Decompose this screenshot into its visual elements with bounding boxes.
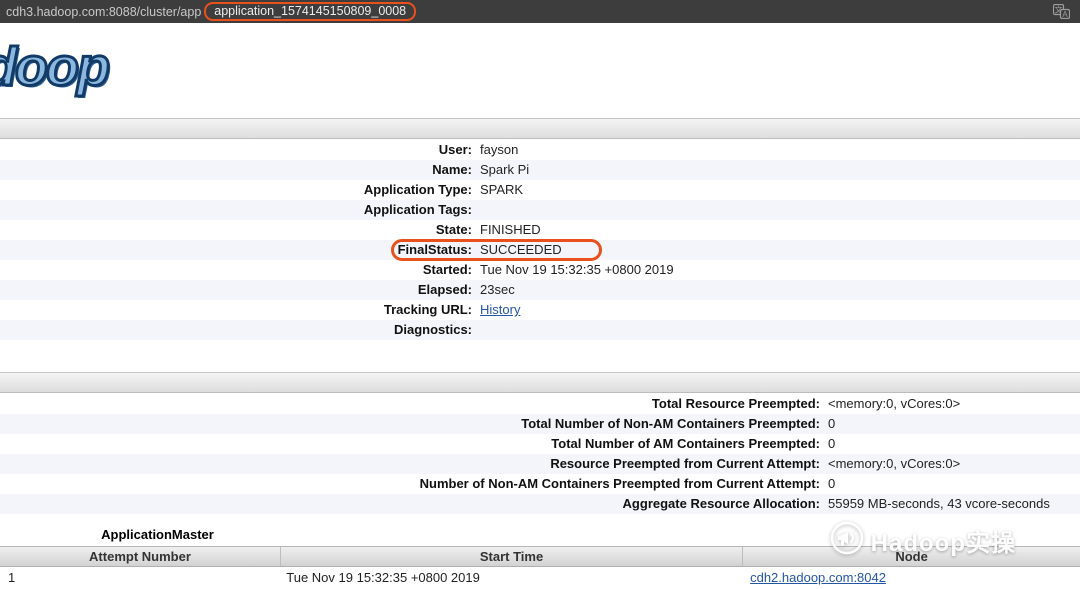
info-label: Elapsed: (0, 280, 480, 300)
url-application-id-annotated[interactable]: application_1574145150809_0008 (204, 2, 416, 21)
metric-value: 0 (828, 414, 835, 434)
info-value: SUCCEEDED (480, 240, 562, 260)
info-label: Tracking URL: (0, 300, 480, 320)
info-row-started: Started: Tue Nov 19 15:32:35 +0800 2019 (0, 260, 1080, 280)
info-label: User: (0, 140, 480, 160)
application-master-attempts-table: ApplicationMaster Attempt Number Start T… (0, 524, 1080, 588)
attempt-number-cell: 1 (0, 567, 280, 588)
info-row-name: Name: Spark Pi (0, 160, 1080, 180)
application-overview-table: User: fayson Name: Spark Pi Application … (0, 140, 1080, 340)
column-header-attempt-number[interactable]: Attempt Number (0, 547, 280, 566)
info-row-finalstatus: FinalStatus: SUCCEEDED (0, 240, 1080, 260)
metric-row-aggregate-resource-allocation: Aggregate Resource Allocation: 55959 MB-… (0, 494, 1080, 514)
info-row-diagnostics: Diagnostics: (0, 320, 1080, 340)
metric-value: <memory:0, vCores:0> (828, 454, 960, 474)
attempt-start-time-cell: Tue Nov 19 15:32:35 +0800 2019 (280, 567, 742, 588)
info-value: Tue Nov 19 15:32:35 +0800 2019 (480, 260, 674, 280)
info-row-elapsed: Elapsed: 23sec (0, 280, 1080, 300)
column-header-node[interactable]: Node (742, 547, 1080, 566)
info-value: fayson (480, 140, 518, 160)
metric-row-total-resource-preempted: Total Resource Preempted: <memory:0, vCo… (0, 394, 1080, 414)
info-label: Name: (0, 160, 480, 180)
hadoop-logo-text: doop (0, 34, 108, 100)
info-label: Diagnostics: (0, 320, 480, 340)
metric-label: Total Number of Non-AM Containers Preemp… (0, 414, 828, 434)
metric-value: 0 (828, 474, 835, 494)
metric-label: Total Resource Preempted: (0, 394, 828, 414)
translate-icon[interactable]: 文 A (1053, 4, 1070, 19)
section-header-application-overview (0, 118, 1080, 139)
info-label: State: (0, 220, 480, 240)
info-row-tracking-url: Tracking URL: History (0, 300, 1080, 320)
metric-label: Number of Non-AM Containers Preempted fr… (0, 474, 828, 494)
tracking-url-history-link[interactable]: History (480, 300, 520, 320)
browser-address-bar[interactable]: cdh3.hadoop.com:8088/cluster/app applica… (0, 0, 1080, 23)
metric-label: Total Number of AM Containers Preempted: (0, 434, 828, 454)
info-value: FINISHED (480, 220, 541, 240)
info-value: 23sec (480, 280, 515, 300)
attempts-table-title: ApplicationMaster (0, 524, 315, 546)
info-label: Application Tags: (0, 200, 480, 220)
svg-text:A: A (1062, 10, 1068, 19)
metric-value: <memory:0, vCores:0> (828, 394, 960, 414)
attempt-node-link[interactable]: cdh2.hadoop.com:8042 (750, 570, 886, 585)
metric-value: 55959 MB-seconds, 43 vcore-seconds (828, 494, 1050, 514)
info-label: FinalStatus: (0, 240, 480, 260)
info-row-application-type: Application Type: SPARK (0, 180, 1080, 200)
info-value: Spark Pi (480, 160, 529, 180)
metric-value: 0 (828, 434, 835, 454)
info-row-state: State: FINISHED (0, 220, 1080, 240)
info-label: Started: (0, 260, 480, 280)
column-header-start-time[interactable]: Start Time (280, 547, 742, 566)
info-label: Application Type: (0, 180, 480, 200)
attempt-row: 1 Tue Nov 19 15:32:35 +0800 2019 cdh2.ha… (0, 567, 1080, 588)
metric-row-resource-preempted-current-attempt: Resource Preempted from Current Attempt:… (0, 454, 1080, 474)
application-metrics-table: Total Resource Preempted: <memory:0, vCo… (0, 394, 1080, 514)
section-header-application-metrics (0, 372, 1080, 393)
info-row-application-tags: Application Tags: (0, 200, 1080, 220)
metric-row-am-containers-preempted: Total Number of AM Containers Preempted:… (0, 434, 1080, 454)
metric-row-nonam-preempted-current-attempt: Number of Non-AM Containers Preempted fr… (0, 474, 1080, 494)
info-value: SPARK (480, 180, 523, 200)
url-text[interactable]: cdh3.hadoop.com:8088/cluster/app (6, 5, 201, 19)
metric-row-nonam-containers-preempted: Total Number of Non-AM Containers Preemp… (0, 414, 1080, 434)
attempts-table-header: Attempt Number Start Time Node (0, 546, 1080, 567)
hadoop-logo: doop (0, 34, 130, 106)
info-row-user: User: fayson (0, 140, 1080, 160)
metric-label: Resource Preempted from Current Attempt: (0, 454, 828, 474)
metric-label: Aggregate Resource Allocation: (0, 494, 828, 514)
